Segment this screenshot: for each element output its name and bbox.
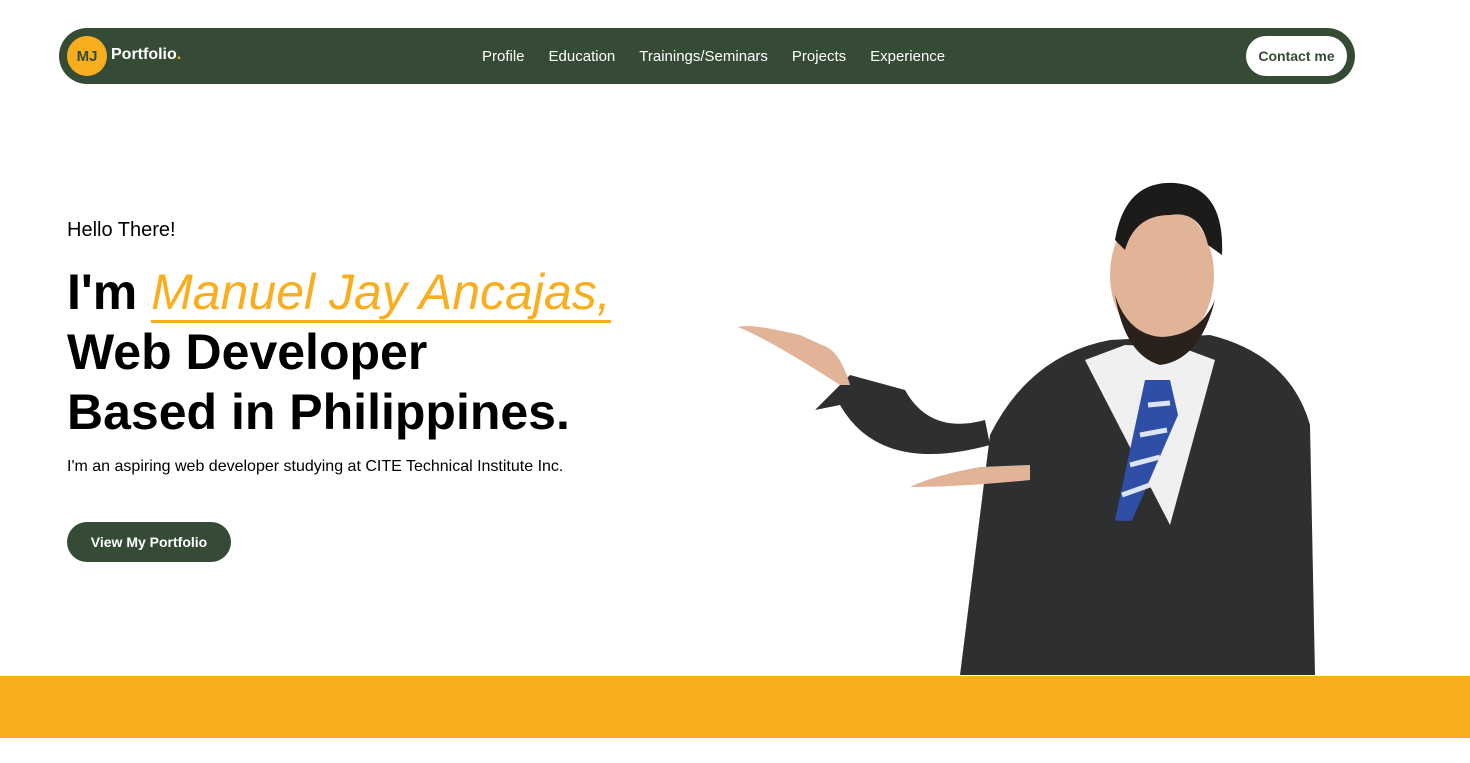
logo-text[interactable]: Portfolio. [111,46,181,64]
hero-title-line-3: Based in Philippines. [67,384,570,440]
logo-badge[interactable]: MJ [67,36,107,76]
nav-link-trainings-seminars[interactable]: Trainings/Seminars [639,48,768,65]
hero-im: I'm [67,264,152,320]
hero-title-line-2: Web Developer [67,324,428,380]
hero-image [738,182,1315,675]
nav-link-projects[interactable]: Projects [792,48,846,65]
nav-link-profile[interactable]: Profile [482,48,525,65]
hero-description: I'm an aspiring web developer studying a… [67,458,564,475]
logo-dot: . [176,46,182,63]
accent-band [0,676,1470,738]
hero-title: I'm Manuel Jay Ancajas, Web Developer Ba… [67,262,611,442]
logo-name: Portfolio [111,46,177,63]
top-navbar: MJ Portfolio. Profile Education Training… [59,28,1355,84]
nav-link-experience[interactable]: Experience [870,48,945,65]
hero-name: Manuel Jay Ancajas, [151,264,611,323]
hero-title-line-1: I'm Manuel Jay Ancajas, [67,262,611,323]
nav-links: Profile Education Trainings/Seminars Pro… [482,28,945,84]
nav-link-education[interactable]: Education [549,48,616,65]
hero-greeting: Hello There! [67,219,176,241]
view-portfolio-button[interactable]: View My Portfolio [67,522,231,562]
logo-initials: MJ [76,47,98,65]
contact-me-button[interactable]: Contact me [1246,36,1347,76]
